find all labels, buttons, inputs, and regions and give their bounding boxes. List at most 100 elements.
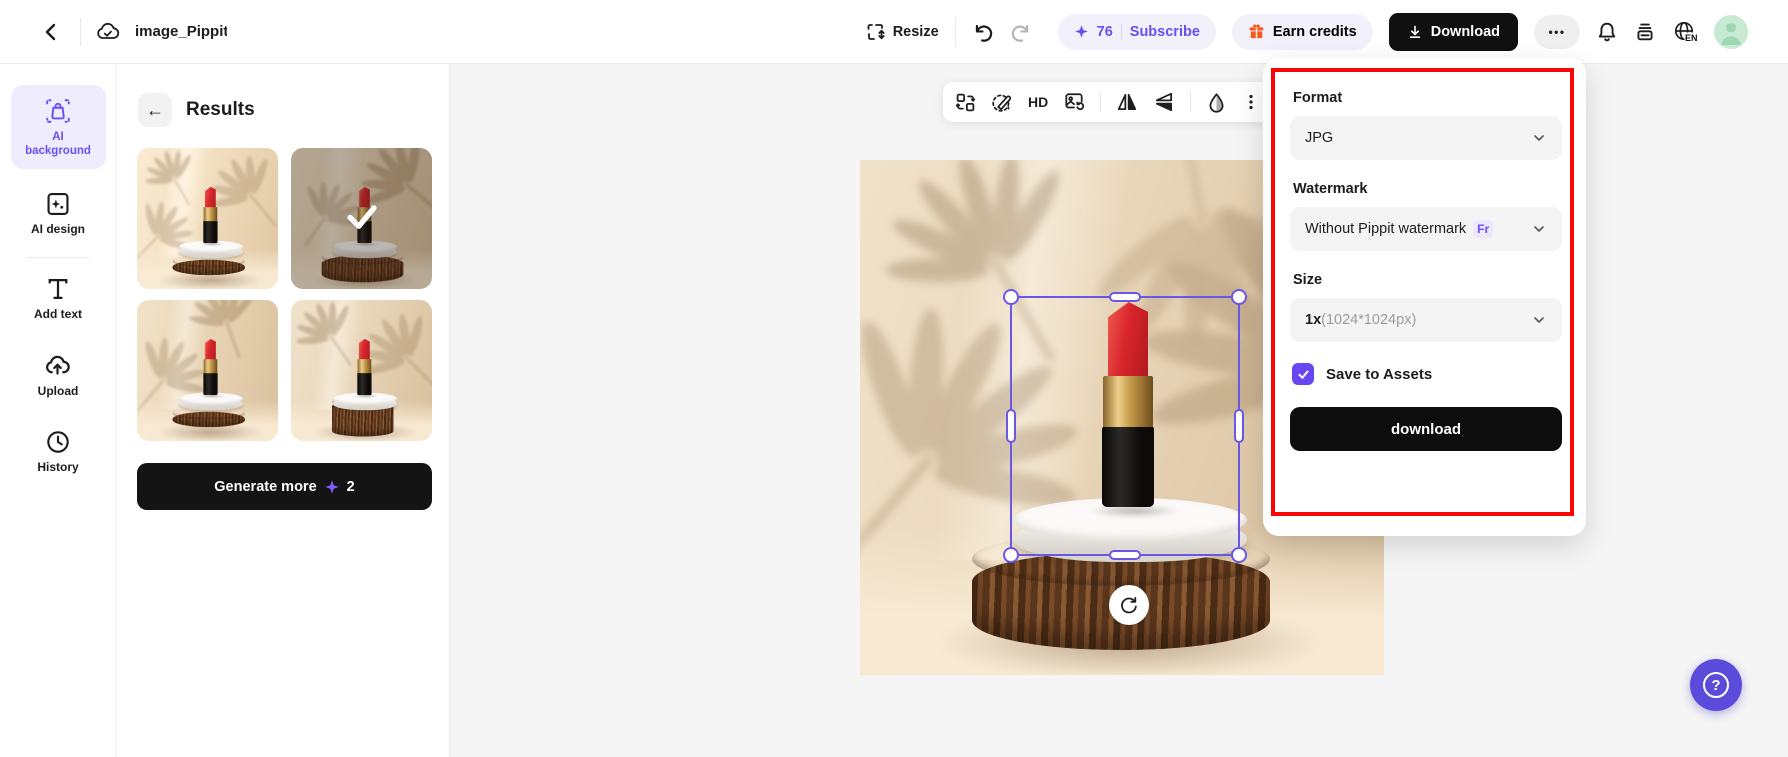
document-title[interactable]: image_Pippit_20 bbox=[135, 23, 227, 40]
sidebar-item-label: History bbox=[37, 459, 79, 474]
subscribe-label[interactable]: Subscribe bbox=[1130, 24, 1200, 40]
earn-credits-button[interactable]: Earn credits bbox=[1231, 13, 1373, 50]
adjust-color-button[interactable] bbox=[1206, 92, 1227, 113]
regenerate-button[interactable] bbox=[1109, 585, 1149, 625]
resize-button[interactable]: Resize bbox=[866, 22, 939, 42]
help-button[interactable]: ? bbox=[1690, 659, 1742, 711]
flip-vertical-icon bbox=[1156, 92, 1173, 112]
selection-handle-top-left[interactable] bbox=[1003, 289, 1019, 305]
resize-label: Resize bbox=[892, 23, 939, 40]
selection-handle-top-right[interactable] bbox=[1231, 289, 1247, 305]
download-label: Download bbox=[1430, 23, 1500, 40]
checkbox-checked[interactable] bbox=[1292, 363, 1314, 385]
result-thumbnail-2-selected[interactable] bbox=[291, 148, 432, 289]
selection-handle-top[interactable] bbox=[1109, 292, 1141, 302]
selection-box[interactable] bbox=[1003, 289, 1247, 563]
format-label: Format bbox=[1293, 90, 1343, 106]
save-to-assets-checkbox-row[interactable]: Save to Assets bbox=[1292, 363, 1562, 385]
check-icon bbox=[343, 197, 381, 235]
flip-horizontal-icon bbox=[1118, 93, 1137, 111]
ai-design-icon bbox=[47, 192, 69, 215]
hd-enhance-button[interactable]: HD bbox=[1028, 94, 1048, 110]
toolbar-more-button[interactable] bbox=[1242, 93, 1260, 111]
thumbnail-image bbox=[291, 300, 432, 441]
avatar[interactable] bbox=[1714, 14, 1748, 49]
results-back-button[interactable]: ← bbox=[138, 93, 172, 127]
check-icon bbox=[1297, 370, 1309, 379]
result-thumbnail-3[interactable] bbox=[137, 300, 278, 441]
free-badge: Fr bbox=[1473, 220, 1494, 238]
svg-text:EN: EN bbox=[1685, 33, 1698, 43]
thumbnail-image bbox=[137, 300, 278, 441]
results-grid bbox=[137, 148, 432, 441]
sidebar-item-history[interactable]: History bbox=[37, 429, 79, 475]
selection-handle-left[interactable] bbox=[1006, 409, 1016, 443]
toolbar-divider bbox=[1190, 92, 1192, 112]
thumbnail-image bbox=[137, 148, 278, 289]
flip-vertical-button[interactable] bbox=[1153, 91, 1175, 113]
print-button[interactable] bbox=[1634, 21, 1656, 43]
save-to-assets-label: Save to Assets bbox=[1326, 365, 1433, 383]
result-thumbnail-1[interactable] bbox=[137, 148, 278, 289]
regenerate-image-button[interactable] bbox=[1063, 91, 1085, 113]
size-label: Size bbox=[1293, 272, 1323, 288]
selection-handle-right[interactable] bbox=[1234, 409, 1244, 443]
generate-more-button[interactable]: Generate more 2 bbox=[137, 463, 432, 510]
flip-horizontal-button[interactable] bbox=[1116, 91, 1138, 113]
result-thumbnail-4[interactable] bbox=[291, 300, 432, 441]
sidebar-item-add-text[interactable]: Add text bbox=[34, 276, 82, 322]
chevron-down-icon bbox=[1534, 226, 1544, 232]
selection-handle-bottom-left[interactable] bbox=[1003, 547, 1019, 563]
printer-icon bbox=[1637, 23, 1653, 40]
replace-button[interactable] bbox=[955, 92, 976, 113]
sidebar-item-label: AI design bbox=[30, 221, 85, 236]
sidebar-item-upload[interactable]: Upload bbox=[37, 352, 79, 399]
pippit-editor: image_Pippit_20 Resize bbox=[0, 0, 1788, 757]
format-select[interactable]: JPG bbox=[1290, 116, 1562, 160]
replace-icon bbox=[955, 93, 976, 111]
gift-icon bbox=[1249, 24, 1264, 39]
sidebar-divider bbox=[27, 256, 89, 258]
results-panel: ← Results Generate more 2 bbox=[117, 64, 450, 757]
size-multiplier: 1x bbox=[1305, 312, 1322, 328]
redo-button[interactable] bbox=[1010, 21, 1032, 43]
ai-background-icon bbox=[46, 99, 70, 123]
hd-label: HD bbox=[1028, 94, 1049, 110]
sparkle-icon bbox=[1074, 25, 1088, 38]
upload-icon bbox=[46, 355, 71, 375]
undo-button[interactable] bbox=[972, 21, 994, 43]
topbar: image_Pippit_20 Resize bbox=[0, 0, 1788, 64]
earn-credits-label: Earn credits bbox=[1272, 23, 1357, 40]
chevron-left-icon bbox=[45, 23, 56, 40]
bell-icon bbox=[1598, 22, 1616, 41]
selection-handle-bottom[interactable] bbox=[1109, 550, 1141, 560]
user-icon bbox=[1721, 23, 1741, 45]
magic-erase-button[interactable] bbox=[991, 91, 1013, 113]
sidebar-item-ai-background[interactable]: AI background bbox=[10, 85, 106, 169]
size-dimensions: (1024*1024px) bbox=[1321, 312, 1417, 328]
back-button[interactable] bbox=[40, 21, 62, 43]
sidebar: AI background AI design Add text Upload bbox=[0, 64, 117, 757]
generate-more-label: Generate more bbox=[214, 478, 317, 495]
size-select[interactable]: 1x (1024*1024px) bbox=[1290, 298, 1562, 342]
globe-icon: EN bbox=[1674, 21, 1698, 43]
pill-divider bbox=[1120, 23, 1122, 40]
sidebar-item-label: Upload bbox=[37, 383, 79, 398]
download-popup: Format JPG Watermark Without Pippit wate… bbox=[1263, 58, 1586, 536]
topbar-divider bbox=[954, 17, 956, 46]
watermark-select[interactable]: Without Pippit watermark Fr bbox=[1290, 207, 1562, 251]
sidebar-item-ai-design[interactable]: AI design bbox=[31, 191, 85, 237]
download-button[interactable]: Download bbox=[1388, 12, 1518, 51]
resize-icon bbox=[867, 23, 885, 40]
results-title: Results bbox=[186, 99, 255, 120]
selection-handle-bottom-right[interactable] bbox=[1231, 547, 1247, 563]
notifications-button[interactable] bbox=[1596, 21, 1618, 43]
format-value: JPG bbox=[1305, 130, 1334, 146]
popup-download-button[interactable]: download bbox=[1290, 407, 1562, 451]
droplet-icon bbox=[1209, 92, 1224, 113]
language-button[interactable]: EN bbox=[1672, 19, 1698, 45]
credits-subscribe-pill[interactable]: 76 Subscribe bbox=[1057, 13, 1216, 50]
toolbar-divider bbox=[1100, 92, 1102, 112]
credits-count: 76 bbox=[1096, 23, 1113, 40]
more-options-button[interactable]: ••• bbox=[1534, 14, 1580, 49]
